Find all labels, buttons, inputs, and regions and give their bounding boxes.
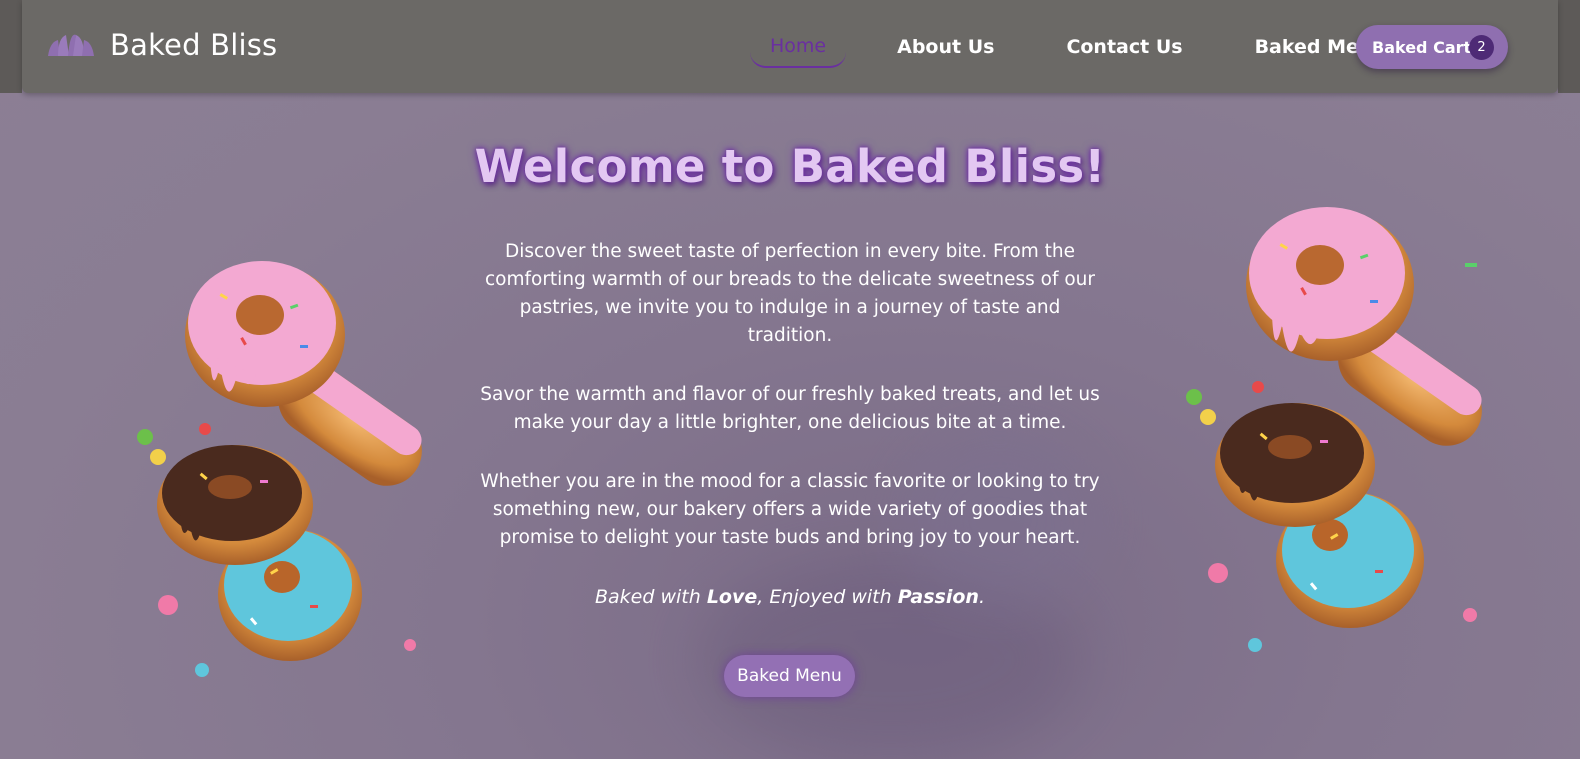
cart-button[interactable]: Baked Cart 2 [1356, 25, 1508, 69]
donut-stack-image [120, 225, 430, 695]
hero-paragraph: Discover the sweet taste of perfection i… [484, 241, 1096, 346]
hero-title: Welcome to Baked Bliss! [474, 140, 1106, 193]
tagline-suffix: . [978, 586, 985, 608]
cart-label: Baked Cart [1372, 37, 1472, 57]
nav-links: Home About Us Contact Us Baked Menu [750, 26, 1407, 68]
croissant-icon [46, 32, 96, 58]
nav-item-home[interactable]: Home [750, 26, 847, 68]
nav-item-contact-us[interactable]: Contact Us [1045, 27, 1203, 67]
tagline-love: Love [706, 586, 758, 608]
hero-paragraph: Savor the warmth and flavor of our fresh… [480, 384, 1100, 433]
tagline-prefix: Baked with [595, 586, 707, 608]
baked-menu-button[interactable]: Baked Menu [724, 655, 855, 697]
nav-item-about-us[interactable]: About Us [876, 27, 1015, 67]
hero-paragraph: Whether you are in the mood for a classi… [480, 471, 1100, 548]
nav-backdrop [0, 0, 22, 93]
brand-name: Baked Bliss [110, 28, 278, 62]
cart-count-badge: 2 [1469, 35, 1494, 60]
navbar: Baked Bliss Home About Us Contact Us Bak… [22, 0, 1558, 93]
tagline-passion: Passion [897, 586, 979, 608]
brand[interactable]: Baked Bliss [46, 28, 277, 62]
nav-backdrop [1558, 0, 1580, 93]
tagline-middle: , Enjoyed with [757, 586, 898, 608]
tagline: Baked with Love, Enjoyed with Passion. [0, 586, 1580, 608]
